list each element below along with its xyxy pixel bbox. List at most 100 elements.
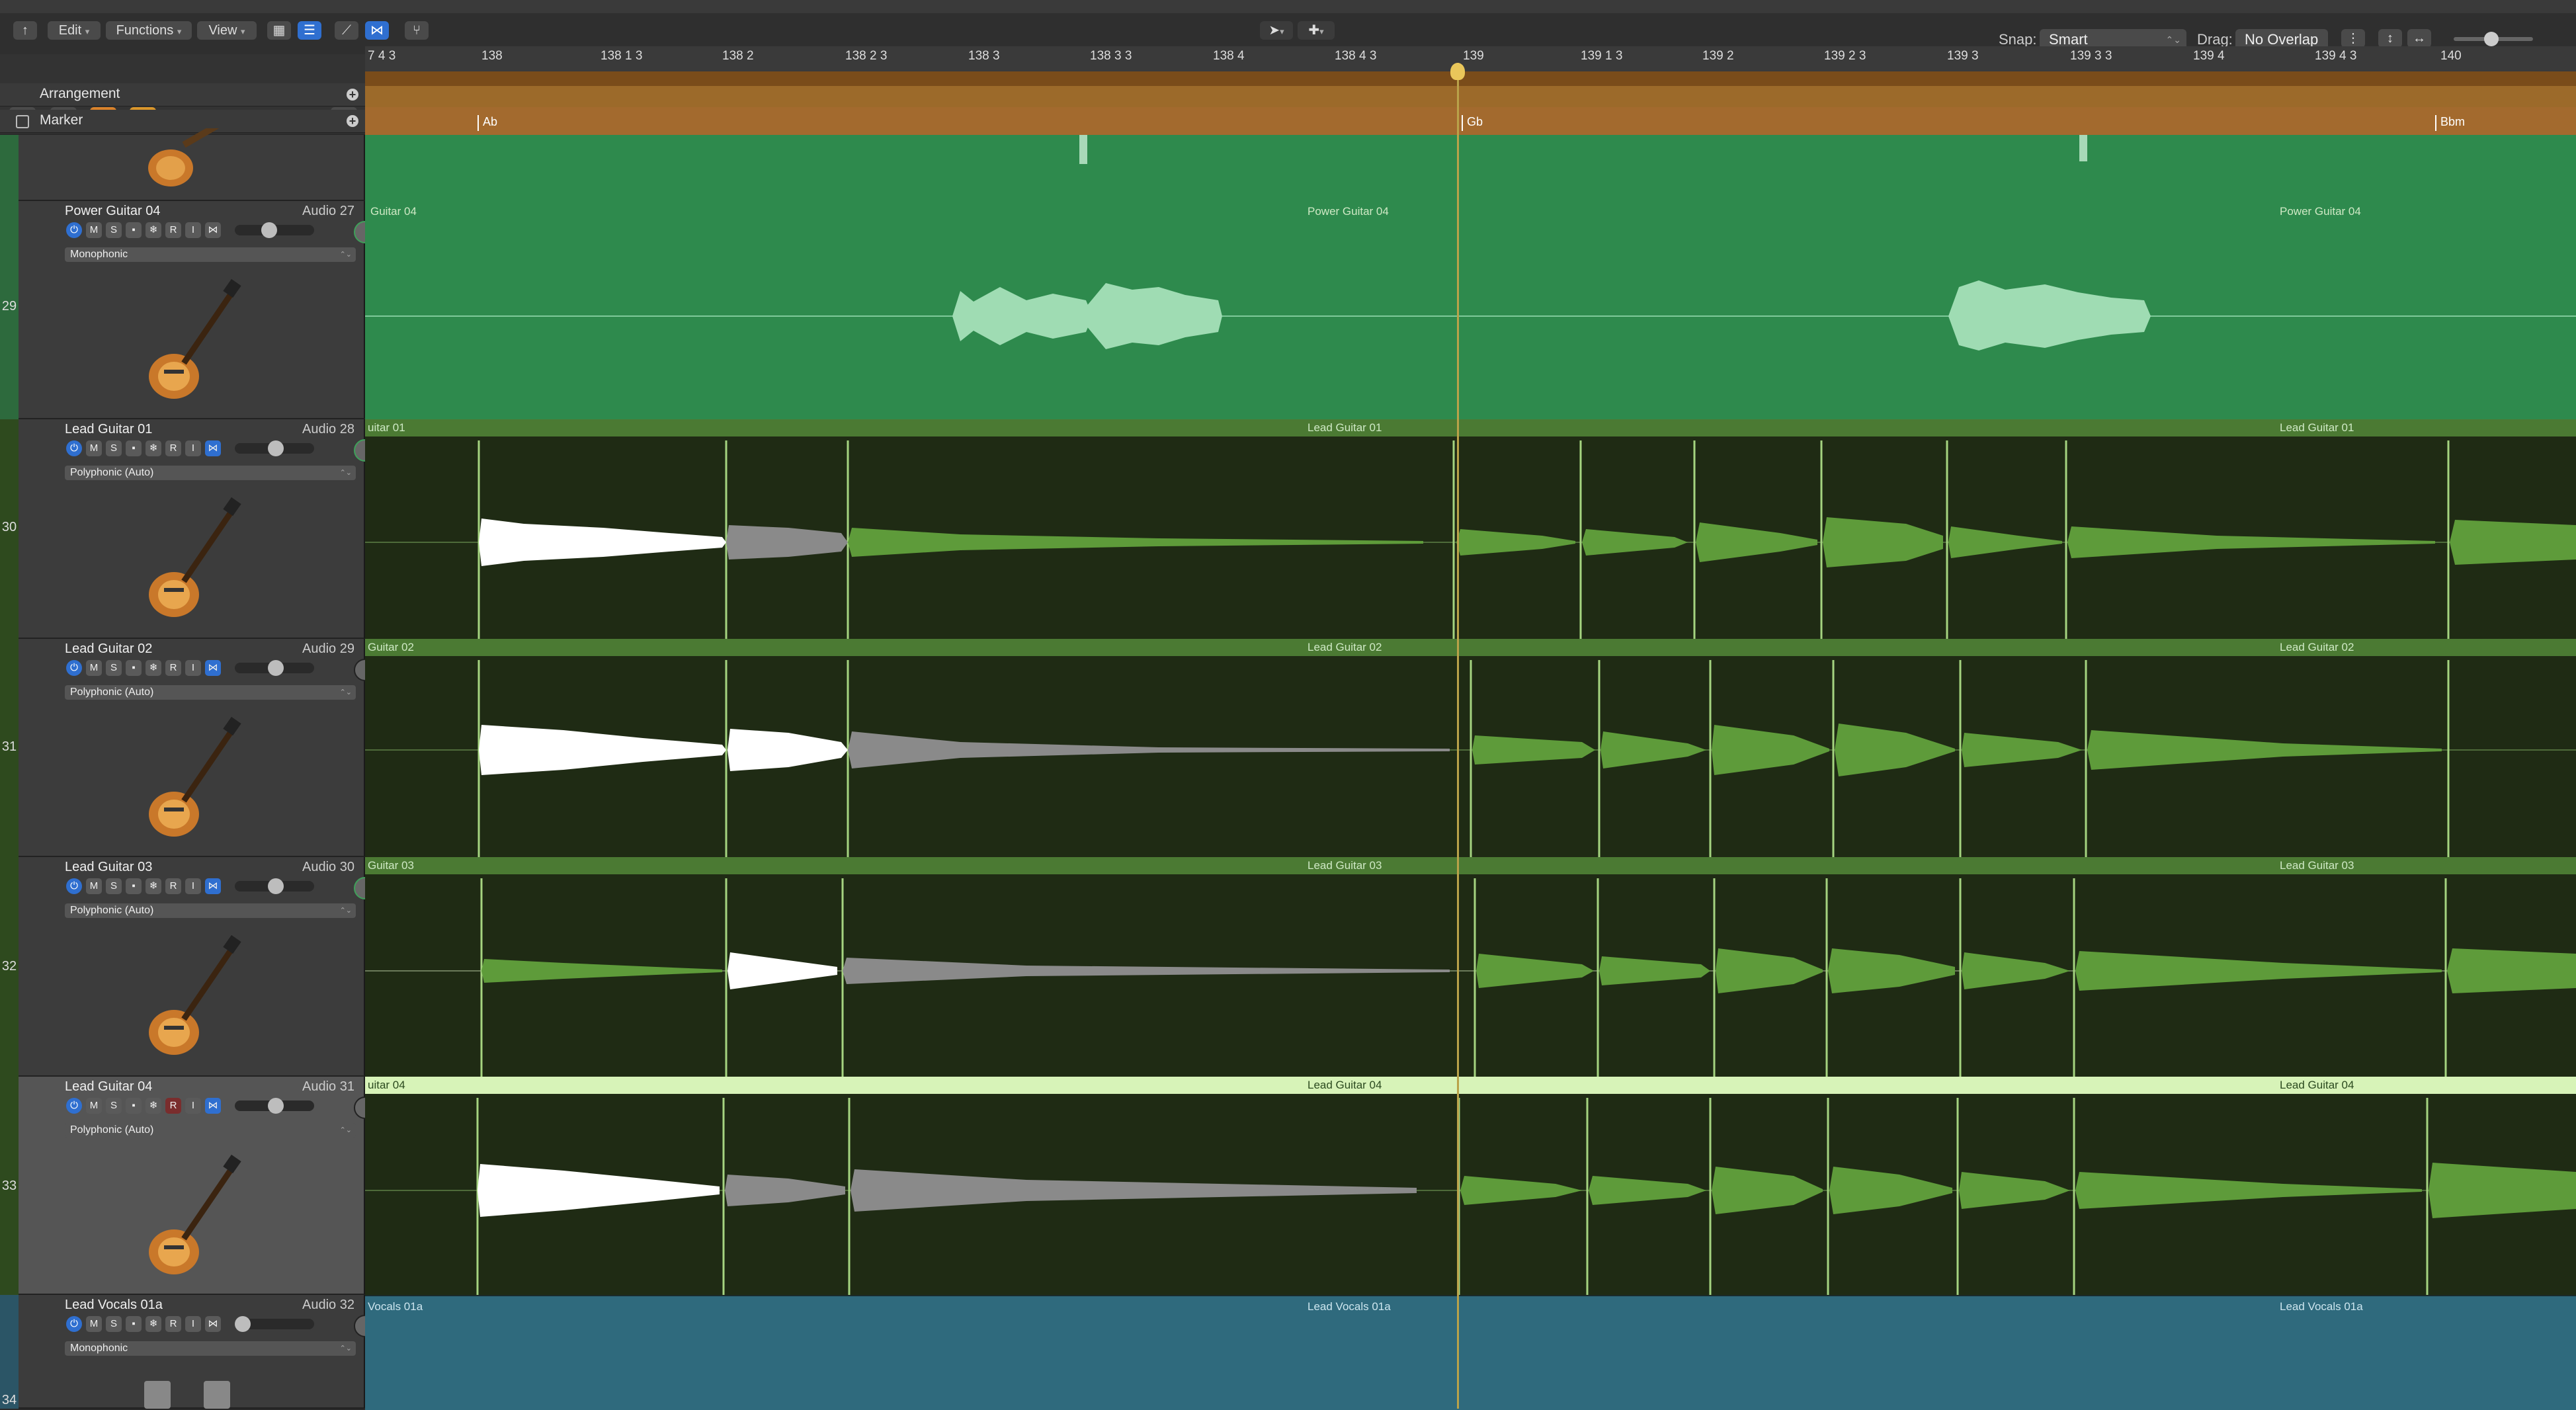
input-button[interactable]: I	[185, 1098, 201, 1114]
region-header[interactable]: uitar 01 Lead Guitar 01 Lead Guitar 01	[365, 419, 2576, 436]
track-name[interactable]: Lead Vocals 01a	[65, 1298, 163, 1313]
zoom-slider-knob[interactable]	[2484, 32, 2499, 46]
edit-menu[interactable]: Edit ▾	[48, 21, 101, 40]
volume-slider[interactable]	[235, 222, 314, 238]
volume-slider[interactable]	[235, 1316, 314, 1332]
mute-button[interactable]: M	[86, 1316, 102, 1332]
flex-icon[interactable]: ⋈	[205, 660, 221, 676]
lock-icon[interactable]	[16, 115, 29, 128]
track-name[interactable]: Lead Guitar 04	[65, 1079, 152, 1095]
list-icon[interactable]: ☰	[298, 21, 321, 40]
volume-slider[interactable]	[235, 1098, 314, 1114]
solo-button[interactable]: S	[106, 660, 122, 676]
zoom-slider[interactable]	[2454, 32, 2533, 46]
audio-region-29[interactable]: Guitar 04 Power Guitar 04 Power Guitar 0…	[365, 201, 2576, 421]
vertical-zoom-icon[interactable]: ↕	[2378, 29, 2402, 48]
power-icon[interactable]: ⏻	[66, 660, 82, 676]
mute-button[interactable]: M	[86, 1098, 102, 1114]
track-name[interactable]: Lead Guitar 02	[65, 642, 152, 657]
track-header-29[interactable]: Power Guitar 04 Audio 27 ⏻ M S ▪ ❄ R I ⋈…	[19, 201, 376, 419]
track-header-33[interactable]: Lead Guitar 04 Audio 31 ⏻ M S ▪ ❄ R I ⋈ …	[19, 1077, 376, 1295]
tuner-icon[interactable]: ⑂	[405, 21, 429, 40]
flex-region-32[interactable]: Guitar 03 Lead Guitar 03 Lead Guitar 03	[365, 857, 2576, 1077]
volume-knob[interactable]	[268, 660, 284, 676]
volume-knob[interactable]	[261, 222, 277, 238]
region-header[interactable]: Guitar 03 Lead Guitar 03 Lead Guitar 03	[365, 857, 2576, 874]
freeze-icon[interactable]: ❄	[145, 660, 161, 676]
volume-knob[interactable]	[235, 1316, 251, 1332]
input-button[interactable]: I	[185, 222, 201, 238]
volume-knob[interactable]	[268, 878, 284, 894]
region-header[interactable]: uitar 04 Lead Guitar 04 Lead Guitar 04	[365, 1077, 2576, 1094]
marker-item[interactable]: Ab	[478, 115, 497, 131]
audio-region-34[interactable]: Vocals 01a Lead Vocals 01a Lead Vocals 0…	[365, 1295, 2576, 1410]
marker-item[interactable]: Gb	[1462, 115, 1483, 131]
freeze-icon[interactable]: ❄	[145, 440, 161, 456]
flex-mode-select[interactable]: Polyphonic (Auto) ⌃⌄	[65, 1123, 356, 1138]
back-arrow-icon[interactable]: ↑	[13, 21, 37, 40]
volume-knob[interactable]	[268, 440, 284, 456]
solo-button[interactable]: S	[106, 1316, 122, 1332]
mute-button[interactable]: M	[86, 660, 102, 676]
add-arrangement-icon[interactable]: +	[347, 89, 358, 101]
record-button[interactable]: R	[165, 222, 181, 238]
solo-button[interactable]: S	[106, 878, 122, 894]
view-menu[interactable]: View ▾	[197, 21, 257, 40]
flex-icon[interactable]: ⋈	[205, 440, 221, 456]
mute-button[interactable]: M	[86, 222, 102, 238]
volume-slider[interactable]	[235, 878, 314, 894]
record-button[interactable]: R	[165, 1316, 181, 1332]
record-button[interactable]: R	[165, 440, 181, 456]
marker-item[interactable]: Bbm	[2435, 115, 2465, 131]
record-button[interactable]: R	[165, 660, 181, 676]
track-name[interactable]: Lead Guitar 03	[65, 860, 152, 875]
solo-button[interactable]: S	[106, 222, 122, 238]
power-icon[interactable]: ⏻	[66, 1316, 82, 1332]
power-icon[interactable]: ⏻	[66, 440, 82, 456]
zoom-waveform-icon[interactable]: ⋮	[2341, 29, 2365, 48]
lock-icon[interactable]: ▪	[126, 1316, 142, 1332]
solo-button[interactable]: S	[106, 1098, 122, 1114]
lock-icon[interactable]: ▪	[126, 878, 142, 894]
lock-icon[interactable]: ▪	[126, 660, 142, 676]
flex-region-31[interactable]: Guitar 02 Lead Guitar 02 Lead Guitar 02	[365, 639, 2576, 857]
flex-region-33[interactable]: uitar 04 Lead Guitar 04 Lead Guitar 04	[365, 1077, 2576, 1295]
track-header-34[interactable]: Lead Vocals 01a Audio 32 ⏻ M S ▪ ❄ R I ⋈…	[19, 1295, 376, 1409]
track-name[interactable]: Lead Guitar 01	[65, 422, 152, 437]
power-icon[interactable]: ⏻	[66, 222, 82, 238]
record-button[interactable]: R	[165, 878, 181, 894]
freeze-icon[interactable]: ❄	[145, 1316, 161, 1332]
flex-icon[interactable]: ⋈	[205, 878, 221, 894]
flex-mode-select[interactable]: Polyphonic (Auto) ⌃⌄	[65, 466, 356, 480]
region-header[interactable]: Guitar 02 Lead Guitar 02 Lead Guitar 02	[365, 639, 2576, 656]
add-marker-icon[interactable]: +	[347, 115, 358, 127]
flex-mode-select[interactable]: Monophonic ⌃⌄	[65, 247, 356, 262]
track-header-31[interactable]: Lead Guitar 02 Audio 29 ⏻ M S ▪ ❄ R I ⋈ …	[19, 639, 376, 857]
input-button[interactable]: I	[185, 1316, 201, 1332]
freeze-icon[interactable]: ❄	[145, 878, 161, 894]
arrangement-row[interactable]: Arrangement +	[0, 83, 365, 106]
flex-mode-select[interactable]: Polyphonic (Auto) ⌃⌄	[65, 685, 356, 700]
lock-icon[interactable]: ▪	[126, 440, 142, 456]
playhead-handle[interactable]	[1450, 63, 1465, 80]
volume-knob[interactable]	[268, 1098, 284, 1114]
power-icon[interactable]: ⏻	[66, 1098, 82, 1114]
input-button[interactable]: I	[185, 878, 201, 894]
track-header-32[interactable]: Lead Guitar 03 Audio 30 ⏻ M S ▪ ❄ R I ⋈ …	[19, 857, 376, 1077]
lock-icon[interactable]: ▪	[126, 1098, 142, 1114]
flex-icon[interactable]: ⋈	[205, 1098, 221, 1114]
functions-menu[interactable]: Functions ▾	[106, 21, 192, 40]
input-button[interactable]: I	[185, 440, 201, 456]
volume-slider[interactable]	[235, 660, 314, 676]
input-button[interactable]: I	[185, 660, 201, 676]
bar-ruler[interactable]: 7 4 3 138 138 1 3 138 2 138 2 3 138 3 13…	[365, 46, 2576, 72]
freeze-icon[interactable]: ❄	[145, 1098, 161, 1114]
automation-icon[interactable]: ⟋	[335, 21, 358, 40]
mute-button[interactable]: M	[86, 878, 102, 894]
flex-mode-select[interactable]: Polyphonic (Auto) ⌃⌄	[65, 903, 356, 918]
flex-icon[interactable]: ⋈	[205, 1316, 221, 1332]
track-header-30[interactable]: Lead Guitar 01 Audio 28 ⏻ M S ▪ ❄ R I ⋈ …	[19, 419, 376, 639]
volume-slider[interactable]	[235, 440, 314, 456]
flex-icon[interactable]: ⋈	[365, 21, 389, 40]
marquee-tool-icon[interactable]: ✚▾	[1298, 21, 1335, 40]
